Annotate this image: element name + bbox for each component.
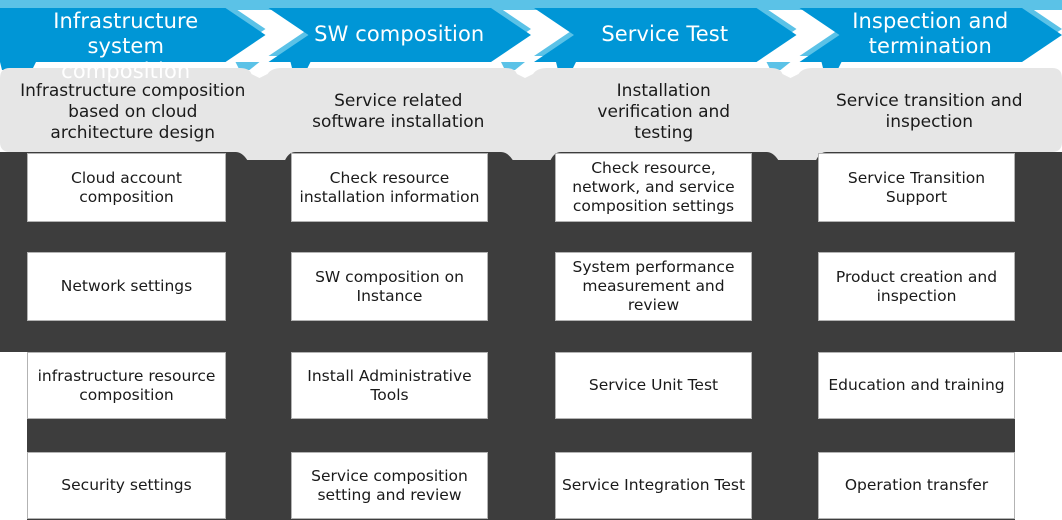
task-box[interactable]: System performance measurement and review bbox=[555, 252, 752, 321]
header-label-service-test: Installation verification and testing bbox=[546, 81, 782, 144]
task-box[interactable]: Install Administrative Tools bbox=[291, 352, 488, 419]
task-box[interactable]: Product creation and inspection bbox=[818, 252, 1015, 321]
box-text-line: Check resource, bbox=[591, 159, 716, 177]
box-text-line: Service Unit Test bbox=[588, 376, 719, 394]
box-text-line: Instance bbox=[356, 286, 423, 305]
task-box[interactable]: Education and training bbox=[818, 352, 1015, 419]
task-box[interactable]: Network settings bbox=[27, 252, 226, 321]
task-box[interactable]: infrastructure resource composition bbox=[27, 352, 226, 419]
header-label-line: Service related bbox=[334, 91, 463, 111]
task-box[interactable]: SW composition on Instance bbox=[291, 252, 488, 321]
chevron-label-line: termination bbox=[868, 34, 992, 58]
header-label-inspection-and-termination: Service transition and inspection bbox=[812, 91, 1048, 133]
box-text-line: Service composition bbox=[311, 466, 468, 485]
chevron-label-inspection-and-termination[interactable]: Inspection and termination bbox=[821, 9, 1041, 59]
box-text-line: System performance bbox=[572, 258, 735, 276]
chevron-label-line: SW composition bbox=[314, 21, 485, 46]
header-label-line: testing bbox=[634, 122, 694, 143]
box-text-line: composition bbox=[79, 385, 174, 404]
header-label-line: based on cloud bbox=[68, 101, 198, 122]
box-text-line: Education and training bbox=[828, 376, 1005, 394]
task-box[interactable]: Cloud account composition bbox=[27, 153, 226, 222]
chevron-label-service-test[interactable]: Service Test bbox=[555, 22, 775, 47]
header-label-infrastructure-system-composition: Infrastructure composition based on cloud… bbox=[15, 81, 251, 144]
box-text-line: Support bbox=[885, 187, 948, 206]
process-flow-diagram: Infrastructure system composition SW compo… bbox=[0, 0, 1062, 520]
task-box[interactable]: Check resource, network, and service compo… bbox=[555, 153, 752, 222]
box-text-line: Cloud account bbox=[71, 168, 182, 187]
header-label-line: software installation bbox=[312, 112, 485, 132]
box-text-line: SW composition on bbox=[315, 267, 464, 286]
box-text-line: Install Administrative bbox=[307, 366, 472, 385]
task-box[interactable]: Service composition setting and review bbox=[291, 452, 488, 519]
task-box[interactable]: Service Unit Test bbox=[555, 352, 752, 419]
box-text-line: installation information bbox=[299, 187, 480, 206]
chevron-label-sw-composition[interactable]: SW composition bbox=[290, 22, 510, 47]
box-text-line: Tools bbox=[370, 385, 409, 404]
task-box[interactable]: Security settings bbox=[27, 452, 226, 519]
header-label-line: architecture design bbox=[50, 122, 216, 143]
chevron-label-line: Inspection and bbox=[852, 9, 1009, 33]
header-label-line: verification and bbox=[597, 101, 731, 122]
task-box[interactable]: Service Integration Test bbox=[555, 452, 752, 519]
header-label-line: Infrastructure composition bbox=[20, 80, 246, 101]
box-text-line: composition bbox=[79, 187, 174, 206]
box-text-line: Security settings bbox=[61, 476, 192, 494]
chevron-label-line: Service Test bbox=[601, 21, 729, 46]
header-label-line: inspection bbox=[885, 112, 973, 132]
box-text-line: Network settings bbox=[60, 277, 193, 295]
box-text-line: inspection bbox=[876, 286, 957, 305]
chevron-label-line: Infrastructure system bbox=[53, 9, 199, 58]
task-box[interactable]: Operation transfer bbox=[818, 452, 1015, 519]
box-text-line: composition settings bbox=[572, 197, 735, 215]
header-label-line: Installation bbox=[616, 80, 711, 101]
header-label-sw-composition: Service related software installation bbox=[281, 91, 517, 133]
box-text-line: network, and service bbox=[572, 178, 735, 196]
header-label-line: Service transition and bbox=[835, 91, 1023, 111]
box-text-line: review bbox=[627, 296, 680, 314]
box-text-line: setting and review bbox=[317, 485, 462, 504]
task-box[interactable]: Check resource installation information bbox=[291, 153, 488, 222]
box-text-line: Product creation and bbox=[835, 267, 998, 286]
box-text-line: Service Transition bbox=[847, 168, 986, 187]
box-text-line: Operation transfer bbox=[844, 476, 989, 494]
box-text-line: infrastructure resource bbox=[37, 366, 216, 385]
task-box[interactable]: Service Transition Support bbox=[818, 153, 1015, 222]
box-text-line: Service Integration Test bbox=[561, 476, 746, 494]
chevron-label-infrastructure-system-composition[interactable]: Infrastructure system composition bbox=[16, 9, 236, 84]
box-text-line: measurement and bbox=[582, 277, 725, 295]
box-text-line: Check resource bbox=[329, 168, 450, 187]
